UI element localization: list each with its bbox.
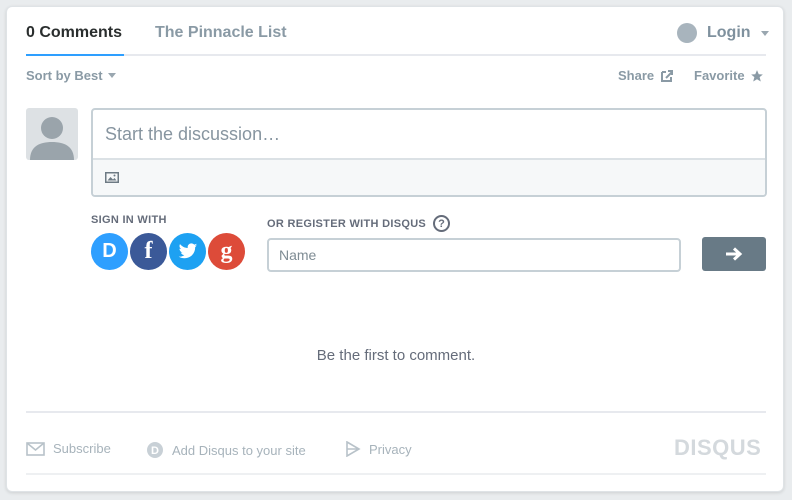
envelope-icon (26, 441, 45, 456)
register-label: OR REGISTER WITH DISQUS ? (267, 215, 451, 232)
privacy-link[interactable]: Privacy (345, 441, 412, 457)
login-label: Login (707, 24, 751, 41)
privacy-icon (346, 441, 361, 457)
empty-state-message: Be the first to comment. (316, 347, 476, 364)
image-upload-icon[interactable] (105, 172, 119, 183)
star-icon (750, 69, 763, 82)
twitter-login-button[interactable] (169, 233, 206, 270)
sort-dropdown[interactable]: Sort by Best (26, 68, 116, 83)
footer-bottom-divider (26, 473, 766, 475)
chevron-down-icon (107, 73, 116, 78)
user-silhouette-icon (30, 117, 74, 160)
name-field[interactable] (267, 238, 681, 272)
favorite-button[interactable]: Favorite (694, 68, 764, 83)
svg-text:D: D (151, 445, 159, 457)
login-menu[interactable]: Login (677, 23, 769, 43)
comment-input[interactable] (93, 110, 765, 158)
twitter-icon (178, 243, 197, 259)
add-disqus-link[interactable]: D Add Disqus to your site (146, 441, 306, 459)
privacy-label: Privacy (369, 441, 412, 457)
register-text: OR REGISTER WITH DISQUS (267, 217, 427, 230)
avatar (26, 108, 78, 160)
submit-button[interactable] (702, 237, 766, 271)
disqus-widget: 0 Comments The Pinnacle List Login Sort … (6, 6, 784, 492)
sign-in-label: SIGN IN WITH (91, 214, 167, 226)
favorite-label: Favorite (694, 68, 745, 83)
subscribe-link[interactable]: Subscribe (26, 441, 111, 456)
share-label: Share (618, 68, 655, 83)
sort-label: Sort by Best (26, 68, 103, 83)
disqus-login-button[interactable]: D (91, 233, 128, 270)
arrow-right-icon (726, 247, 743, 261)
chevron-down-icon (760, 30, 769, 36)
nav-divider (26, 54, 766, 56)
share-icon (661, 69, 674, 82)
disqus-d-icon: D (147, 442, 163, 458)
subscribe-label: Subscribe (53, 441, 111, 456)
tab-comments[interactable]: 0 Comments (26, 24, 122, 42)
facebook-login-button[interactable]: f (130, 233, 167, 270)
active-tab-indicator (26, 54, 124, 56)
facebook-icon: f (144, 238, 153, 264)
composer-toolbar (93, 158, 765, 195)
share-button[interactable]: Share (618, 68, 674, 83)
add-disqus-label: Add Disqus to your site (172, 442, 306, 458)
help-icon[interactable]: ? (433, 215, 451, 232)
disqus-icon: D (102, 240, 117, 262)
google-login-button[interactable]: g (208, 233, 245, 270)
comment-composer (91, 108, 767, 197)
google-icon: g (220, 238, 233, 264)
tab-pinnacle-list[interactable]: The Pinnacle List (155, 24, 287, 42)
disqus-logo[interactable]: DISQUS (674, 435, 761, 461)
footer-divider (26, 411, 766, 413)
avatar-icon (677, 23, 697, 43)
